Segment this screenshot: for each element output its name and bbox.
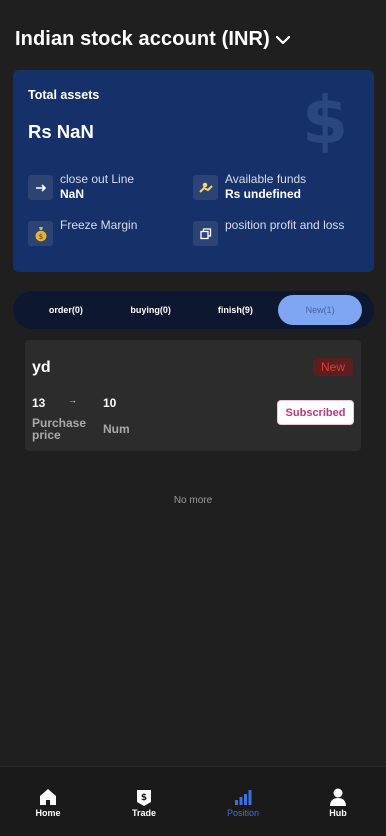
total-assets-label: Total assets: [28, 88, 100, 102]
tab-new[interactable]: New(1): [278, 295, 362, 325]
close-out-value: NaN: [60, 187, 85, 201]
close-out-line: close out Line NaN: [28, 173, 134, 201]
purchase-price-label: Purchase price: [32, 416, 87, 442]
subscribed-button[interactable]: Subscribed: [277, 400, 354, 425]
copy-icon: [193, 221, 218, 246]
list-end-text: No more: [173, 495, 213, 506]
freeze-margin-label: Freeze Margin: [60, 218, 138, 232]
nav-home[interactable]: Home: [18, 787, 78, 818]
stock-symbol: yd: [32, 359, 51, 376]
chevron-down-icon: [275, 35, 290, 44]
purchase-price-value: 13: [32, 396, 46, 410]
order-card: yd New 13 → 10 Purchase price Num Subscr…: [25, 340, 361, 451]
dollar-watermark-icon: $: [302, 82, 348, 159]
status-badge: New: [312, 358, 353, 376]
position-pnl-label: position profit and loss: [225, 218, 345, 232]
trade-icon: $: [137, 790, 151, 806]
nav-trade-label: Trade: [131, 808, 156, 818]
tab-order[interactable]: order(0): [24, 295, 108, 325]
quantity-label: Num: [103, 422, 130, 436]
nav-hub-label: Hub: [329, 808, 347, 818]
available-funds-label: Available funds: [225, 172, 307, 186]
money-bag-icon: $: [28, 221, 53, 246]
svg-text:$: $: [38, 233, 42, 241]
bottom-navigation: Home $ Trade Position Hub: [0, 766, 386, 836]
available-funds: Available funds Rs undefined: [193, 173, 306, 201]
nav-trade[interactable]: $ Trade: [114, 787, 174, 818]
nav-position[interactable]: Position: [213, 787, 273, 818]
bar-chart-icon: [235, 790, 252, 805]
total-assets-card: $ Total assets Rs NaN close out Line NaN…: [13, 70, 374, 272]
tab-buying[interactable]: buying(0): [109, 295, 193, 325]
freeze-margin: $ Freeze Margin: [28, 219, 137, 246]
close-out-label: close out Line: [60, 172, 135, 186]
total-assets-value: Rs NaN: [28, 121, 94, 142]
nav-position-label: Position: [226, 808, 260, 818]
nav-hub[interactable]: Hub: [308, 787, 368, 818]
quantity-value: 10: [103, 396, 117, 410]
position-pnl: position profit and loss: [193, 219, 344, 246]
tab-finish[interactable]: finish(9): [194, 295, 278, 325]
account-selector[interactable]: Indian stock account (INR): [15, 28, 292, 51]
order-status-tabs: order(0) buying(0) finish(9) New(1): [13, 291, 374, 329]
home-icon: [40, 789, 56, 805]
arrow-right-icon: [28, 175, 53, 200]
available-funds-value: Rs undefined: [225, 187, 302, 201]
hand-coin-icon: [193, 175, 218, 200]
nav-home-label: Home: [35, 808, 61, 818]
page-title: Indian stock account (INR): [15, 28, 270, 50]
svg-text:$: $: [141, 793, 147, 803]
arrow-right-icon: →: [68, 395, 77, 405]
user-icon: [330, 788, 346, 806]
